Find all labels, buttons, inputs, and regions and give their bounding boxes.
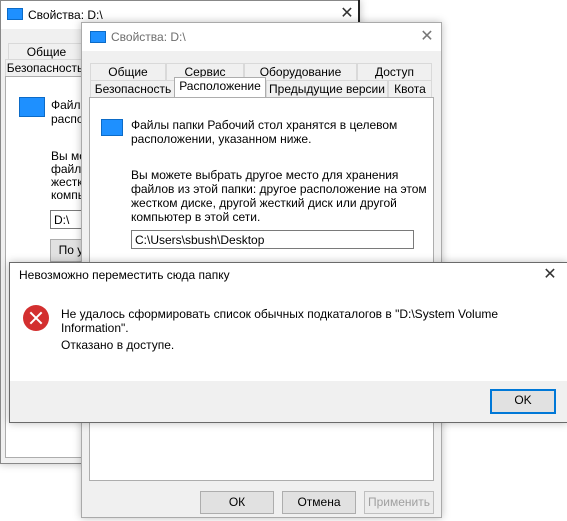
- location-info-line1: Файлы папки Рабочий стол хранятся в целе…: [131, 118, 398, 132]
- tab-sharing[interactable]: Доступ: [357, 63, 432, 80]
- cancel-button[interactable]: Отмена: [282, 491, 356, 514]
- error-message-line1: Не удалось сформировать список обычных п…: [61, 307, 499, 321]
- tab-general[interactable]: Общие: [90, 63, 166, 80]
- ok-button[interactable]: ОК: [200, 491, 274, 514]
- back-tab-security[interactable]: Безопасность: [5, 59, 85, 76]
- drive-icon: [7, 8, 23, 20]
- location-hint-line1: Вы можете выбрать другое место для хране…: [131, 168, 399, 182]
- error-ok-button[interactable]: OK: [490, 389, 556, 414]
- error-icon: [23, 305, 49, 331]
- back-text-line4: компь: [51, 188, 85, 202]
- error-message-line2: Information".: [61, 321, 129, 335]
- error-message-line3: Отказано в доступе.: [61, 338, 175, 352]
- back-tab-general[interactable]: Общие: [8, 43, 85, 60]
- properties-window-title: Свойства: D:\: [111, 30, 186, 44]
- tab-security[interactable]: Безопасность: [90, 80, 176, 97]
- background-close-icon[interactable]: ✕: [339, 6, 355, 22]
- apply-button[interactable]: Применить: [364, 491, 434, 514]
- error-dialog: Невозможно переместить сюда папку ✕ Не у…: [9, 262, 567, 423]
- properties-titlebar: Свойства: D:\ ✕: [82, 23, 441, 51]
- title-folder-icon: [90, 31, 106, 43]
- error-dialog-title: Невозможно переместить сюда папку: [19, 268, 230, 282]
- location-path-input[interactable]: C:\Users\sbush\Desktop: [131, 230, 414, 249]
- location-info-line2: расположении, указанном ниже.: [131, 132, 312, 146]
- tab-location[interactable]: Расположение: [174, 77, 266, 97]
- location-hint-line3: жестком диске, другой жесткий диск или д…: [131, 196, 397, 210]
- properties-close-icon[interactable]: ✕: [419, 29, 435, 45]
- location-folder-icon: [101, 119, 123, 136]
- location-hint-line2: файлов из этой папки: другое расположени…: [131, 182, 427, 196]
- tab-previous-versions[interactable]: Предыдущие версии: [266, 80, 388, 97]
- location-hint-line4: компьютер в этой сети.: [131, 210, 261, 224]
- tab-quota[interactable]: Квота: [388, 80, 432, 97]
- error-dialog-close-icon[interactable]: ✕: [542, 267, 558, 283]
- background-window-title: Свойства: D:\: [28, 8, 103, 22]
- back-folder-icon: [19, 97, 45, 117]
